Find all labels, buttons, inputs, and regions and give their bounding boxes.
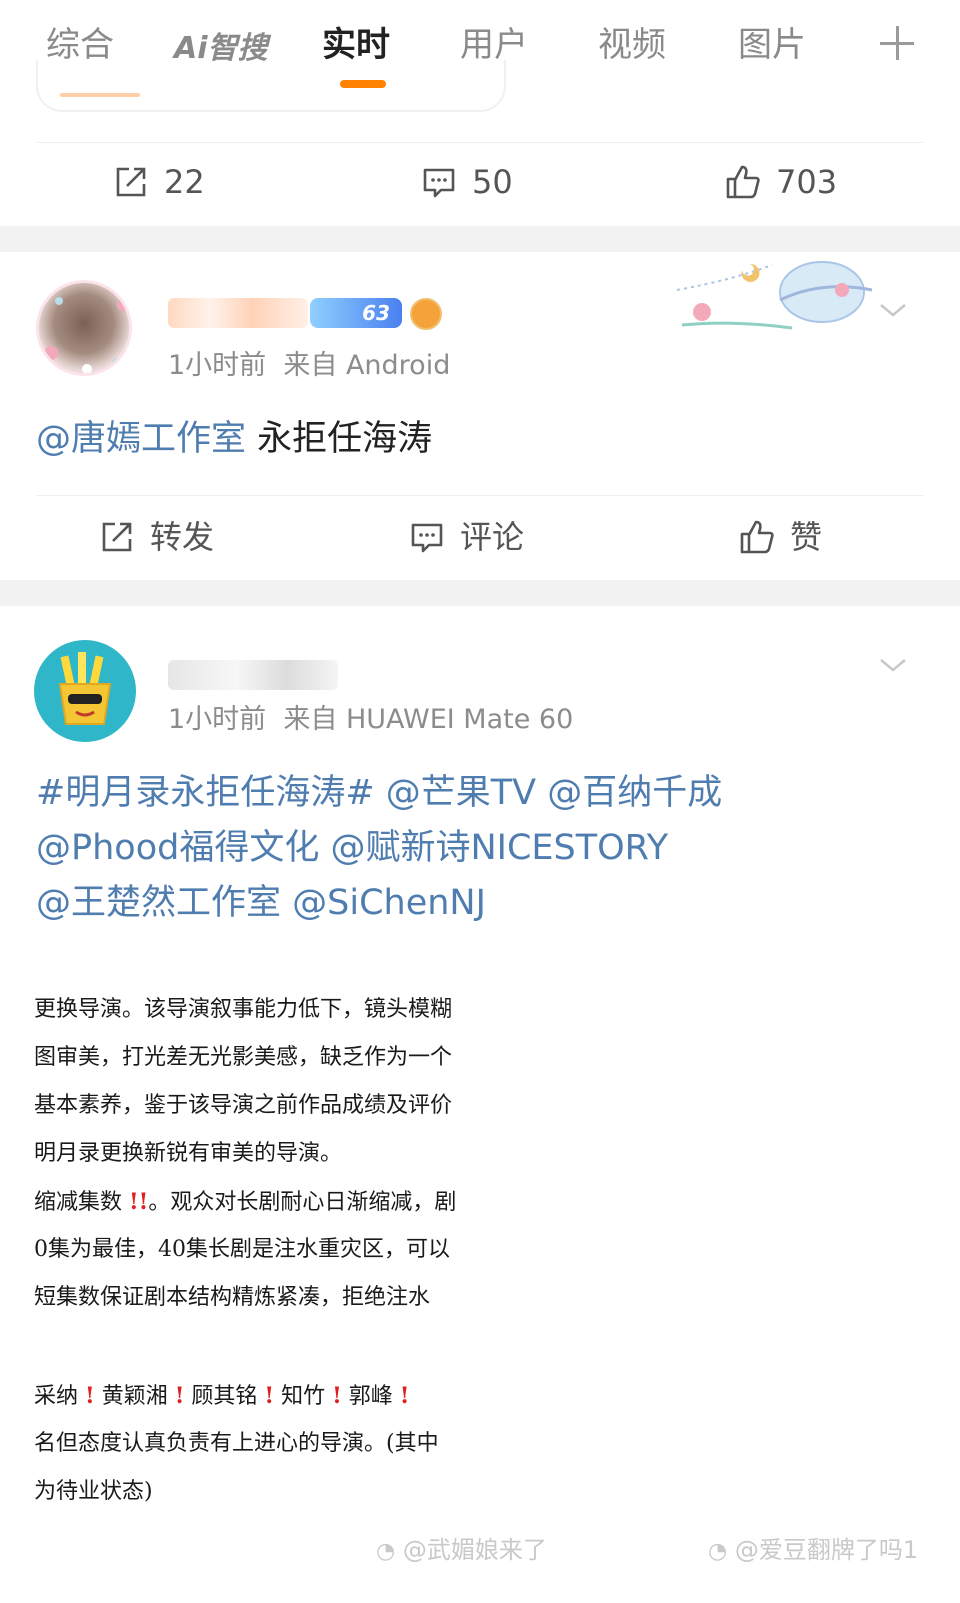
exclamation-icon: ! [85,1383,95,1409]
image-text-segment: 郭峰 [348,1384,393,1409]
comment-label: 评论 [460,518,525,556]
post-content-line-1[interactable]: #明月录永拒任海涛# @芒果TV @百纳千成 [36,766,722,821]
post-text: 永拒任海涛 [246,419,433,459]
repost-icon [116,167,146,197]
watermark: ◔ @武媚娘来了 [376,1530,547,1565]
fan-badge-icon [410,298,442,330]
comment-icon [423,168,455,198]
exclamation-icon: ! [399,1383,410,1409]
repost-label: 转发 [150,518,215,556]
post-source: 来自 Android [283,350,451,381]
avatar-flower-frame-icon [44,297,129,373]
fries-avatar-icon [58,652,112,725]
tab-images[interactable]: 图片 [738,22,806,68]
like-button[interactable]: 赞 [738,515,822,559]
post-menu-chevron-icon[interactable] [878,650,908,680]
image-text-segment: 知竹 [281,1384,326,1409]
card-gap [0,580,960,606]
image-text-line: 名但态度认真负责有上进心的导演。(其中 [34,1431,439,1456]
exclamation-icon: ! [332,1383,342,1409]
watermark: ◔ @爱豆翻牌了吗1 [708,1530,918,1565]
repost-icon [102,522,132,552]
username-blurred[interactable] [168,298,308,328]
weibo-logo-icon: ◔ [708,1539,728,1564]
divider [36,495,924,496]
image-text-segment: 。观众对长剧耐心日渐缩减，剧 [148,1190,457,1215]
previous-card-accent [60,93,140,97]
repost-count: 22 [164,163,205,201]
add-tab-icon[interactable] [876,22,918,64]
comment-count: 50 [472,163,513,201]
post-source: 来自 HUAWEI Mate 60 [283,704,574,735]
thumbs-up-icon [740,520,774,554]
comment-button[interactable]: 50 [420,160,513,204]
exclamation-icon: ! [174,1383,185,1409]
image-text-segment: 采纳 [34,1384,79,1409]
post-menu-chevron-icon[interactable] [878,295,908,325]
repost-button[interactable]: 22 [112,160,205,204]
image-text-segment: 缩减集数 [34,1190,123,1215]
weibo-logo-icon: ◔ [376,1539,396,1564]
post-content-line-3[interactable]: @王楚然工作室 @SiChenNJ [36,876,486,931]
post-meta: 1小时前 来自 Android [168,348,450,384]
like-label: 赞 [790,518,823,556]
post-meta: 1小时前 来自 HUAWEI Mate 60 [168,702,573,738]
level-badge: 63 [310,298,402,328]
image-text-line: 采纳 ! 黄颖湘 ! 顾其铭 ! 知竹 ! 郭峰 ! [34,1381,409,1412]
watermark-text: @武媚娘来了 [402,1536,547,1564]
thumbs-up-icon [726,165,760,199]
image-text-line: 明月录更换新锐有审美的导演。 [34,1141,343,1166]
image-text-line: 短集数保证剧本结构精炼紧凑，拒绝注水 [34,1285,431,1310]
image-text-segment: 顾其铭 [191,1384,258,1409]
tab-video[interactable]: 视频 [598,22,666,68]
username-blurred[interactable] [168,660,338,690]
post-time: 1小时前 [168,704,267,735]
exclamation-icon: ! [264,1383,275,1409]
post-content: @唐嫣工作室 永拒任海涛 [36,412,432,467]
avatar[interactable] [36,280,132,376]
repost-button[interactable]: 转发 [98,515,214,559]
comment-button[interactable]: 评论 [408,515,524,559]
previous-card-edge [36,60,506,112]
card-decoration-icon [676,261,873,330]
divider [36,142,924,143]
like-count: 703 [776,163,838,201]
post-time: 1小时前 [168,350,267,381]
avatar[interactable] [34,640,136,742]
image-text-line: 图审美，打光差无光影美感，缺乏作为一个 [34,1045,453,1070]
comment-icon [411,523,443,553]
image-text-segment: 黄颖湘 [101,1384,168,1409]
like-button[interactable]: 703 [724,160,837,204]
image-text-line: 基本素养，鉴于该导演之前作品成绩及评价 [34,1093,453,1118]
double-exclamation-icon: !! [129,1189,149,1215]
card-gap [0,226,960,252]
mention-link[interactable]: @唐嫣工作室 [36,419,246,459]
post-content-line-2[interactable]: @Phood福得文化 @赋新诗NICESTORY [36,821,668,876]
image-text-line: 更换导演。该导演叙事能力低下，镜头模糊 [34,997,453,1022]
image-text-line: 0集为最佳，40集长剧是注水重灾区，可以 [34,1237,450,1262]
post-image[interactable]: 更换导演。该导演叙事能力低下，镜头模糊 图审美，打光差无光影美感，缺乏作为一个 … [34,975,494,1535]
image-text-line: 缩减集数 !!。观众对长剧耐心日渐缩减，剧 [34,1187,456,1218]
watermark-text: @爱豆翻牌了吗1 [734,1536,919,1564]
image-text-line: 为待业状态) [34,1479,153,1504]
